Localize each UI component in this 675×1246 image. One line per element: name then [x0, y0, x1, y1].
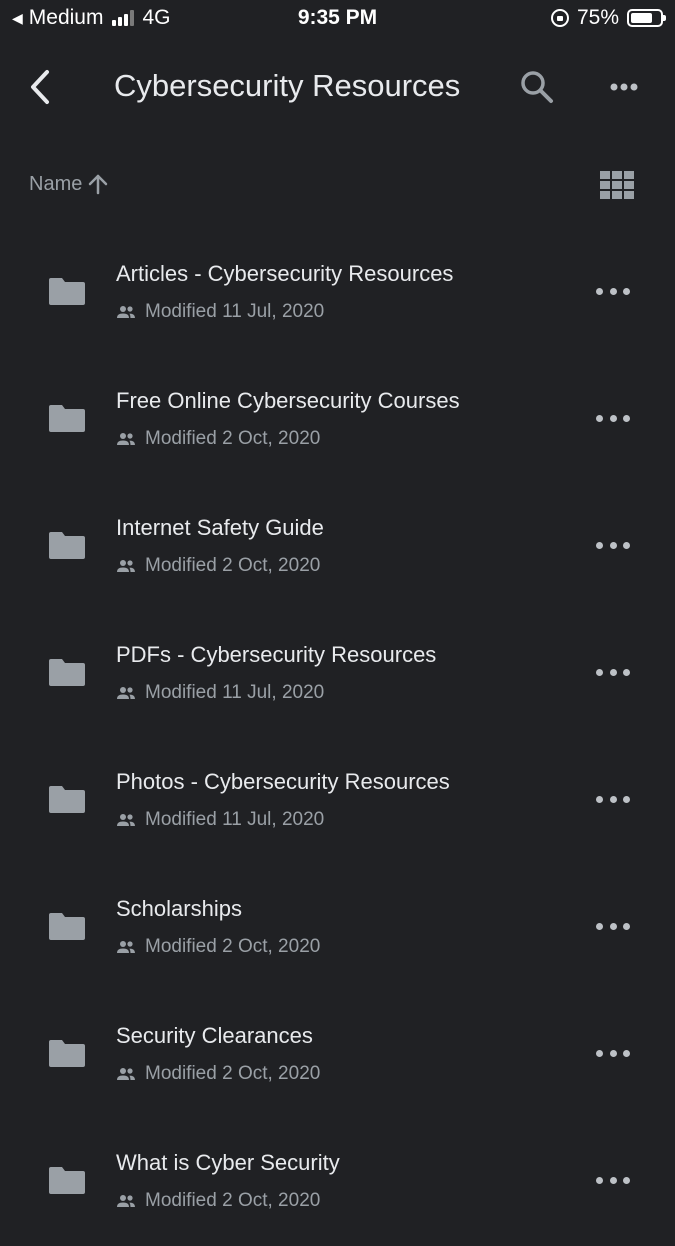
modified-date: Modified 11 Jul, 2020 — [145, 301, 325, 322]
file-name: Articles - Cybersecurity Resources — [116, 261, 454, 286]
modified-date: Modified 2 Oct, 2020 — [145, 1190, 321, 1211]
app-bar: Cybersecurity Resources — [0, 50, 675, 124]
file-meta: Modified 2 Oct, 2020 — [116, 1063, 320, 1085]
shared-people-icon — [117, 1068, 135, 1080]
item-more-button[interactable] — [596, 665, 630, 679]
sort-row: Name — [0, 166, 675, 206]
list-item[interactable]: Free Online Cybersecurity Courses Modifi… — [0, 357, 675, 484]
shared-people-icon — [117, 687, 135, 699]
file-name: Photos - Cybersecurity Resources — [116, 769, 450, 794]
more-horizontal-icon — [596, 795, 603, 803]
more-horizontal-icon — [610, 83, 638, 91]
folder-icon — [49, 913, 85, 940]
battery-percent: 75% — [576, 6, 619, 29]
modified-date: Modified 11 Jul, 2020 — [145, 809, 325, 830]
list-item[interactable]: Scholarships Modified 2 Oct, 2020 — [0, 865, 675, 992]
list-item[interactable]: Articles - Cybersecurity Resources Modif… — [0, 230, 675, 357]
list-item[interactable]: PDFs - Cybersecurity Resources Modified … — [0, 611, 675, 738]
folder-icon — [49, 278, 85, 305]
file-meta: Modified 2 Oct, 2020 — [116, 1190, 320, 1212]
file-meta: Modified 11 Jul, 2020 — [116, 809, 324, 831]
item-more-button[interactable] — [596, 1046, 630, 1060]
more-horizontal-icon — [596, 287, 603, 295]
search-button[interactable] — [518, 68, 556, 106]
folder-icon — [49, 1167, 85, 1194]
shared-people-icon — [117, 433, 135, 445]
sort-by-name-button[interactable]: Name — [29, 172, 110, 196]
file-name: Scholarships — [116, 896, 242, 921]
more-horizontal-icon — [596, 541, 603, 549]
more-horizontal-icon — [596, 1176, 603, 1184]
list-item[interactable]: Security Clearances Modified 2 Oct, 2020 — [0, 992, 675, 1119]
folder-icon — [49, 405, 85, 432]
more-options-button[interactable] — [604, 72, 644, 102]
more-horizontal-icon — [596, 668, 603, 676]
more-horizontal-icon — [596, 414, 603, 422]
modified-date: Modified 2 Oct, 2020 — [145, 428, 321, 449]
modified-date: Modified 2 Oct, 2020 — [145, 1063, 321, 1084]
shared-people-icon — [117, 306, 135, 318]
file-meta: Modified 11 Jul, 2020 — [116, 301, 324, 323]
folder-icon — [49, 1040, 85, 1067]
modified-date: Modified 2 Oct, 2020 — [145, 555, 321, 576]
status-bar: ◀ Medium 4G 9:35 PM 75% — [0, 0, 675, 38]
list-item[interactable]: Photos - Cybersecurity Resources Modifie… — [0, 738, 675, 865]
grid-view-button[interactable] — [600, 171, 634, 199]
file-meta: Modified 11 Jul, 2020 — [116, 682, 324, 704]
search-icon — [521, 71, 553, 103]
file-name: What is Cyber Security — [116, 1150, 340, 1175]
list-item[interactable]: Internet Safety Guide Modified 2 Oct, 20… — [0, 484, 675, 611]
folder-icon — [49, 659, 85, 686]
file-meta: Modified 2 Oct, 2020 — [116, 428, 320, 450]
shared-people-icon — [117, 1195, 135, 1207]
more-horizontal-icon — [596, 922, 603, 930]
back-button[interactable] — [22, 67, 62, 107]
item-more-button[interactable] — [596, 792, 630, 806]
file-list: Articles - Cybersecurity Resources Modif… — [0, 230, 675, 1246]
more-horizontal-icon — [596, 1049, 603, 1057]
file-name: PDFs - Cybersecurity Resources — [116, 642, 437, 667]
folder-icon — [49, 786, 85, 813]
battery-icon — [627, 9, 666, 27]
modified-date: Modified 11 Jul, 2020 — [145, 682, 325, 703]
file-name: Security Clearances — [116, 1023, 313, 1048]
grid-view-icon — [600, 171, 610, 179]
page-title: Cybersecurity Resources — [114, 68, 461, 103]
folder-icon — [49, 532, 85, 559]
item-more-button[interactable] — [596, 284, 630, 298]
item-more-button[interactable] — [596, 1173, 630, 1187]
list-item[interactable]: What is Cyber Security Modified 2 Oct, 2… — [0, 1119, 675, 1246]
sort-label: Name — [29, 172, 83, 195]
status-bar-right: 75% — [550, 6, 666, 30]
file-meta: Modified 2 Oct, 2020 — [116, 936, 320, 958]
item-more-button[interactable] — [596, 919, 630, 933]
file-name: Free Online Cybersecurity Courses — [116, 388, 460, 413]
file-name: Internet Safety Guide — [116, 515, 324, 540]
shared-people-icon — [117, 941, 135, 953]
back-arrow-icon — [31, 70, 49, 104]
item-more-button[interactable] — [596, 411, 630, 425]
orientation-lock-icon — [550, 9, 569, 27]
arrow-up-icon — [89, 174, 108, 195]
modified-date: Modified 2 Oct, 2020 — [145, 936, 321, 957]
shared-people-icon — [117, 814, 135, 826]
shared-people-icon — [117, 560, 135, 572]
item-more-button[interactable] — [596, 538, 630, 552]
file-meta: Modified 2 Oct, 2020 — [116, 555, 320, 577]
